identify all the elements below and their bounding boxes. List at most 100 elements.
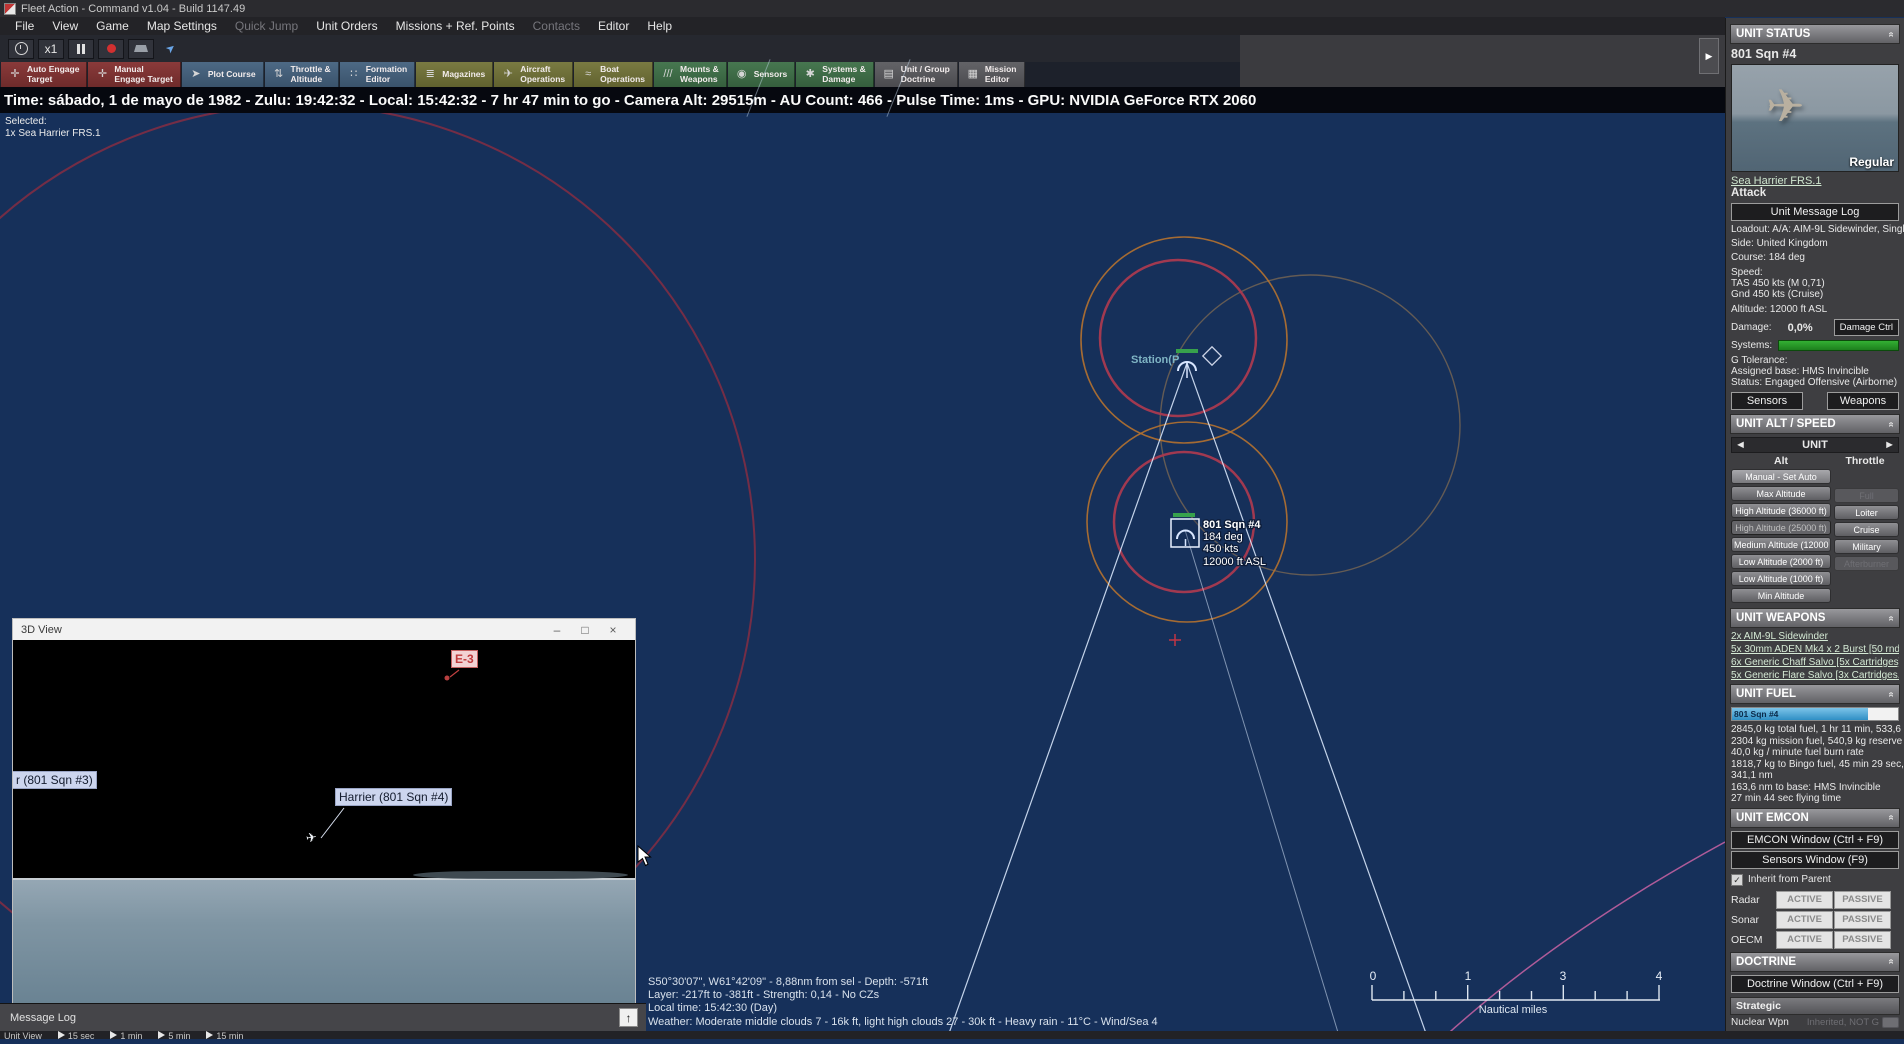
checkbox-checked-icon[interactable]: ✓ bbox=[1731, 874, 1743, 886]
collapse-icon[interactable]: » bbox=[1886, 31, 1897, 37]
throttle-altitude-button[interactable]: ⇅ Throttle &Altitude bbox=[265, 62, 339, 87]
3d-viewport[interactable]: E-3 r (801 Sqn #3) Harrier (801 Sqn #4) … bbox=[13, 640, 635, 1003]
collapse-icon[interactable]: » bbox=[1886, 815, 1897, 821]
boat-operations-button[interactable]: ≈ BoatOperations bbox=[574, 62, 653, 87]
scope-label: UNIT bbox=[1746, 439, 1884, 451]
unit-label-sqn4[interactable]: Harrier (801 Sqn #4) bbox=[335, 788, 452, 806]
menu-help[interactable]: Help bbox=[638, 18, 681, 34]
formation-editor-button[interactable]: ∷ FormationEditor bbox=[340, 62, 416, 87]
harrier-photo-icon: ✈ bbox=[1766, 79, 1805, 133]
engage-target-icon: ✛ bbox=[95, 69, 109, 80]
oecm-passive-button[interactable]: PASSIVE bbox=[1834, 931, 1891, 949]
sonar-passive-button[interactable]: PASSIVE bbox=[1834, 911, 1891, 929]
scope-prev-button[interactable]: ◄ bbox=[1735, 439, 1746, 451]
doctrine-header[interactable]: DOCTRINE » bbox=[1730, 952, 1900, 972]
maximize-button[interactable]: □ bbox=[571, 623, 599, 637]
radar-passive-button[interactable]: PASSIVE bbox=[1834, 891, 1891, 909]
menu-unit-orders[interactable]: Unit Orders bbox=[307, 18, 386, 34]
systems-damage-button[interactable]: ✱ Systems &Damage bbox=[796, 62, 873, 87]
alt-button-low-2000[interactable]: Low Altitude (2000 ft) bbox=[1731, 554, 1831, 569]
unit-status-header[interactable]: UNIT STATUS » bbox=[1730, 24, 1900, 44]
manual-set-auto-button[interactable]: Manual - Set Auto bbox=[1731, 469, 1831, 484]
weapon-link-sidewinder[interactable]: 2x AIM-9L Sidewinder bbox=[1731, 631, 1899, 642]
time-step-5min[interactable]: 5 min bbox=[158, 1031, 190, 1039]
collapse-icon[interactable]: » bbox=[1886, 615, 1897, 621]
sensors-button[interactable]: ◉ Sensors bbox=[728, 62, 796, 87]
alt-button-high-36000[interactable]: High Altitude (36000 ft) bbox=[1731, 503, 1831, 518]
manual-engage-target-button[interactable]: ✛ ManualEngage Target bbox=[88, 62, 180, 87]
unit-view-label[interactable]: Unit View bbox=[4, 1031, 42, 1039]
doctrine-window-button[interactable]: Doctrine Window (Ctrl + F9) bbox=[1731, 975, 1899, 993]
3d-view-title-bar[interactable]: 3D View – □ × bbox=[13, 619, 635, 640]
radar-active-button[interactable]: ACTIVE bbox=[1776, 891, 1833, 909]
alt-button-low-1000[interactable]: Low Altitude (1000 ft) bbox=[1731, 571, 1831, 586]
unit-group-doctrine-button[interactable]: ▤ Unit / GroupDoctrine bbox=[875, 62, 958, 87]
scope-next-button[interactable]: ► bbox=[1884, 439, 1895, 451]
speed-multiplier-button[interactable]: x1 bbox=[38, 39, 64, 59]
magazines-button[interactable]: ≣ Magazines bbox=[416, 62, 493, 87]
sonar-active-button[interactable]: ACTIVE bbox=[1776, 911, 1833, 929]
unit-alt-speed-header[interactable]: UNIT ALT / SPEED » bbox=[1730, 414, 1900, 434]
mission-editor-button[interactable]: ▦ MissionEditor bbox=[959, 62, 1025, 87]
unit-message-log-button[interactable]: Unit Message Log bbox=[1731, 203, 1899, 221]
message-log-expand-button[interactable]: ↑ bbox=[619, 1008, 638, 1027]
weapon-link-chaff[interactable]: 6x Generic Chaff Salvo [5x Cartridges] bbox=[1731, 657, 1899, 668]
pause-button[interactable] bbox=[68, 39, 94, 59]
close-button[interactable]: × bbox=[599, 623, 627, 637]
damage-ctrl-button[interactable]: Damage Ctrl bbox=[1834, 319, 1899, 336]
sidebar-expand-button[interactable]: ▶ bbox=[1699, 38, 1719, 74]
plot-course-button[interactable]: ➤ Plot Course bbox=[182, 62, 264, 87]
pointer-button[interactable]: ➤ bbox=[158, 39, 184, 59]
3d-view-window[interactable]: 3D View – □ × E-3 r (801 Sqn #3) Harrier… bbox=[12, 618, 636, 1004]
alt-button-min[interactable]: Min Altitude bbox=[1731, 588, 1831, 603]
sensors-window-button[interactable]: Sensors Window (F9) bbox=[1731, 851, 1899, 869]
unit-weapons-header[interactable]: UNIT WEAPONS » bbox=[1730, 608, 1900, 628]
unit-emcon-header[interactable]: UNIT EMCON » bbox=[1730, 808, 1900, 828]
weapon-link-aden[interactable]: 5x 30mm ADEN Mk4 x 2 Burst [50 rnds] bbox=[1731, 644, 1899, 655]
collapse-icon[interactable]: » bbox=[1886, 691, 1897, 697]
contact-label-e3[interactable]: E-3 bbox=[451, 650, 478, 668]
throttle-button-loiter[interactable]: Loiter bbox=[1834, 505, 1899, 520]
record-button[interactable] bbox=[98, 39, 124, 59]
throttle-button-full[interactable]: Full bbox=[1834, 488, 1899, 503]
nuclear-weapon-toggle[interactable] bbox=[1882, 1017, 1899, 1028]
time-step-1min[interactable]: 1 min bbox=[110, 1031, 142, 1039]
menu-editor[interactable]: Editor bbox=[589, 18, 638, 34]
menu-file[interactable]: File bbox=[6, 18, 43, 34]
alt-button-max[interactable]: Max Altitude bbox=[1731, 486, 1831, 501]
throttle-button-afterburner[interactable]: Afterburner bbox=[1834, 556, 1899, 571]
time-compression-button[interactable] bbox=[8, 39, 34, 59]
menu-missions-ref-points[interactable]: Missions + Ref. Points bbox=[387, 18, 524, 34]
unit-class-link[interactable]: Sea Harrier FRS.1 bbox=[1731, 175, 1821, 187]
aircraft-operations-button[interactable]: ✈ AircraftOperations bbox=[494, 62, 573, 87]
unit-info-sidebar: UNIT STATUS » 801 Sqn #4 ✈ Regular Sea H… bbox=[1725, 18, 1904, 1039]
mounts-weapons-button[interactable]: /// Mounts &Weapons bbox=[654, 62, 727, 87]
plot-course-icon: ➤ bbox=[189, 69, 203, 80]
time-step-15min[interactable]: 15 min bbox=[206, 1031, 243, 1039]
emcon-window-button[interactable]: EMCON Window (Ctrl + F9) bbox=[1731, 831, 1899, 849]
oecm-active-button[interactable]: ACTIVE bbox=[1776, 931, 1833, 949]
throttle-button-cruise[interactable]: Cruise bbox=[1834, 522, 1899, 537]
sensors-panel-button[interactable]: Sensors bbox=[1731, 392, 1803, 410]
weapons-panel-button[interactable]: Weapons bbox=[1827, 392, 1899, 410]
collapse-icon[interactable]: » bbox=[1886, 959, 1897, 965]
menu-game[interactable]: Game bbox=[87, 18, 138, 34]
throttle-button-military[interactable]: Military bbox=[1834, 539, 1899, 554]
inherit-from-parent-row[interactable]: ✓ Inherit from Parent bbox=[1731, 874, 1899, 886]
selected-unit-symbol[interactable] bbox=[1171, 513, 1199, 547]
toolbar-spacer-panel bbox=[1240, 35, 1725, 87]
auto-engage-target-button[interactable]: ✛ Auto EngageTarget bbox=[1, 62, 87, 87]
unit-label-sqn3[interactable]: r (801 Sqn #3) bbox=[13, 771, 97, 789]
message-log-bar[interactable]: Message Log ↑ bbox=[0, 1003, 646, 1031]
minimize-button[interactable]: – bbox=[543, 623, 571, 637]
unit-fuel-header[interactable]: UNIT FUEL » bbox=[1730, 684, 1900, 704]
time-step-15sec[interactable]: 15 sec bbox=[58, 1031, 95, 1039]
alt-button-high-25000[interactable]: High Altitude (25000 ft) bbox=[1731, 520, 1831, 535]
menu-map-settings[interactable]: Map Settings bbox=[138, 18, 226, 34]
menu-view[interactable]: View bbox=[43, 18, 87, 34]
weapon-link-flare[interactable]: 5x Generic Flare Salvo [3x Cartridges, S… bbox=[1731, 670, 1899, 681]
course-text: Course: 184 deg bbox=[1731, 252, 1899, 263]
collapse-icon[interactable]: » bbox=[1886, 421, 1897, 427]
alt-button-medium-12000[interactable]: Medium Altitude (12000 ft) bbox=[1731, 537, 1831, 552]
camera-view-button[interactable] bbox=[128, 39, 154, 59]
